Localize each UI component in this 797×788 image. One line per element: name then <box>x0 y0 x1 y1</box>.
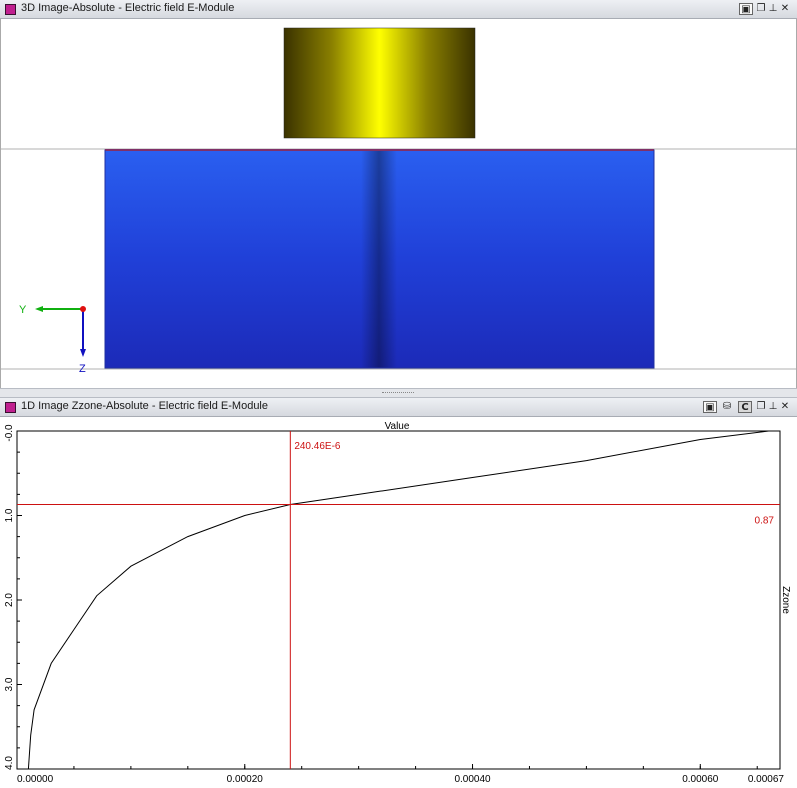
3d-viewport[interactable]: Y Z <box>0 19 797 388</box>
line-chart[interactable]: Value Zzone 0.00000 0.00020 0.00040 0.00060… <box>0 417 797 788</box>
crosshair-x-label: 240.46E-6 <box>294 441 341 452</box>
x-tick-label: 0.00060 <box>682 774 719 785</box>
c-button[interactable]: C <box>738 401 752 413</box>
panel-splitter[interactable] <box>0 388 797 398</box>
crosshair-y-label: 0.87 <box>755 516 775 527</box>
window-icon <box>5 402 16 413</box>
window-icon <box>5 4 16 15</box>
x-tick-label: 0.00040 <box>454 774 491 785</box>
restore-icon[interactable]: ❐ <box>756 3 766 15</box>
x-tick-label: 0.00020 <box>227 774 264 785</box>
y-axis-label: Zzone <box>780 586 791 614</box>
y-tick-label: -0.0 <box>4 424 15 442</box>
camera-icon[interactable]: ▣ <box>739 3 753 15</box>
close-icon[interactable]: ✕ <box>780 3 790 15</box>
bottom-panel: 1D Image Zzone-Absolute - Electric field… <box>0 398 797 788</box>
axis-y-label: Y <box>19 304 27 316</box>
pin-icon[interactable]: ⊥ <box>768 3 778 15</box>
x-tick-label: 0.00000 <box>17 774 54 785</box>
y-tick-label: 2.0 <box>4 593 15 607</box>
y-tick-label: 1.0 <box>4 508 15 522</box>
restore-icon[interactable]: ❐ <box>756 401 766 413</box>
y-tick-label: 4.0 <box>4 756 15 770</box>
bottom-panel-titlebar: 1D Image Zzone-Absolute - Electric field… <box>0 398 797 417</box>
center-seam <box>361 150 397 368</box>
y-tick-label: 3.0 <box>4 677 15 691</box>
x-axis-label: Value <box>385 421 410 432</box>
top-panel: 3D Image-Absolute - Electric field E-Mod… <box>0 0 797 388</box>
close-icon[interactable]: ✕ <box>780 401 790 413</box>
axis-z-label: Z <box>79 363 86 375</box>
x-tick-label: 0.00067 <box>748 774 785 785</box>
camera-icon[interactable]: ▣ <box>703 401 717 413</box>
top-panel-titlebar: 3D Image-Absolute - Electric field E-Mod… <box>0 0 797 19</box>
pin-icon[interactable]: ⊥ <box>768 401 778 413</box>
axis-triad: Y Z <box>19 304 86 375</box>
bottom-panel-title: 1D Image Zzone-Absolute - Electric field… <box>21 400 268 412</box>
top-panel-title: 3D Image-Absolute - Electric field E-Mod… <box>21 2 235 14</box>
electrode-cylinder <box>283 27 476 139</box>
database-icon[interactable]: ⛁ <box>721 401 733 413</box>
plot-frame <box>16 430 781 770</box>
